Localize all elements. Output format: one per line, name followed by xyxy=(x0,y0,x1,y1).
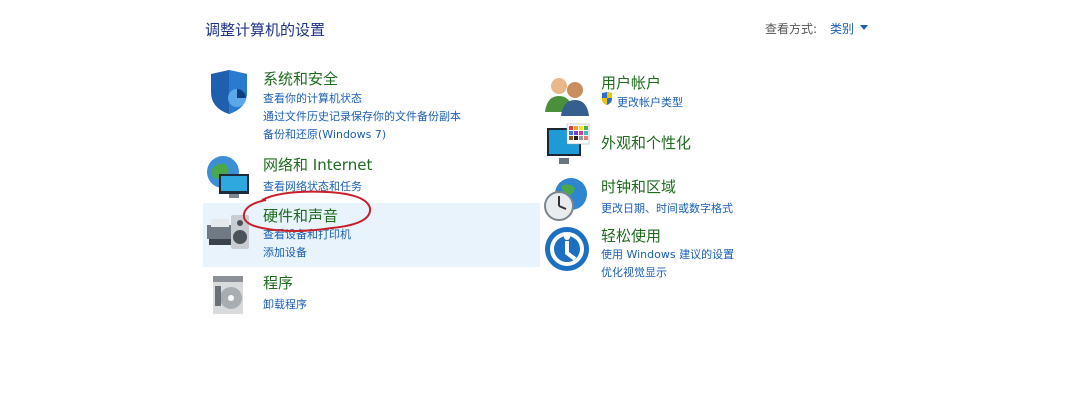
link-optimize-display[interactable]: 优化视觉显示 xyxy=(601,264,667,280)
category-title[interactable]: 网络和 Internet xyxy=(263,154,372,175)
category-title[interactable]: 时钟和区域 xyxy=(601,176,676,197)
view-by-dropdown[interactable]: 类别 xyxy=(830,20,854,37)
programs-disc-icon[interactable] xyxy=(205,272,253,320)
clock-globe-icon[interactable] xyxy=(543,176,591,224)
category-title[interactable]: 用户帐户 xyxy=(601,72,661,93)
category-title[interactable]: 系统和安全 xyxy=(263,68,338,89)
link-date-time-format[interactable]: 更改日期、时间或数字格式 xyxy=(601,200,733,216)
ease-of-access-icon[interactable] xyxy=(543,225,591,273)
link-change-account-type[interactable]: 更改帐户类型 xyxy=(617,94,683,110)
annotation-circle xyxy=(242,190,372,232)
shield-icon[interactable] xyxy=(205,68,253,116)
monitor-palette-icon[interactable] xyxy=(543,122,591,170)
link-file-history[interactable]: 通过文件历史记录保存你的文件备份副本 xyxy=(263,108,461,124)
category-title[interactable]: 外观和个性化 xyxy=(601,132,691,153)
link-backup-restore[interactable]: 备份和还原(Windows 7) xyxy=(263,126,386,142)
view-by-label: 查看方式: xyxy=(765,22,818,36)
link-add-device[interactable]: 添加设备 xyxy=(263,244,307,260)
uac-shield-icon xyxy=(602,92,612,105)
category-title[interactable]: 程序 xyxy=(263,272,293,293)
link-view-status[interactable]: 查看你的计算机状态 xyxy=(263,90,362,106)
page-title: 调整计算机的设置 xyxy=(205,21,326,39)
link-recommended-settings[interactable]: 使用 Windows 建议的设置 xyxy=(601,246,734,262)
view-by: 查看方式: 类别 xyxy=(765,20,868,37)
chevron-down-icon[interactable] xyxy=(860,25,868,30)
category-title[interactable]: 轻松使用 xyxy=(601,225,661,246)
link-uninstall-program[interactable]: 卸载程序 xyxy=(263,296,307,312)
users-icon[interactable] xyxy=(543,72,591,120)
